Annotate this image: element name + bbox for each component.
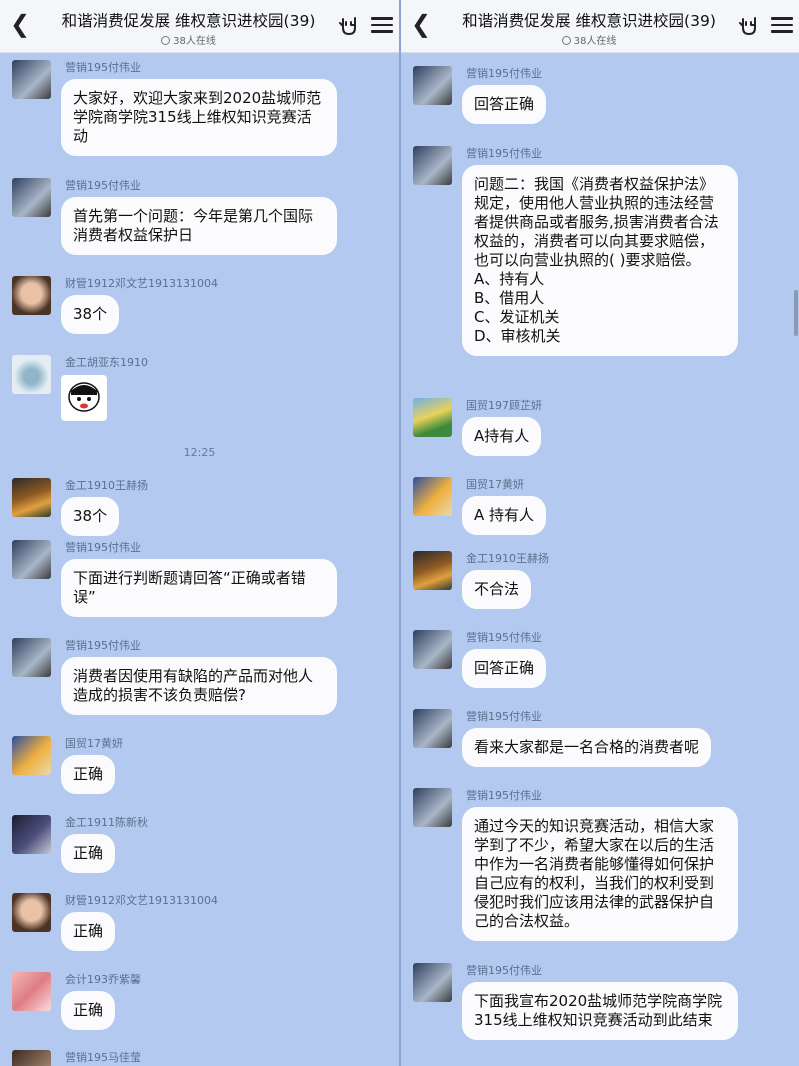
message-bubble[interactable]: 看来大家都是一名合格的消费者呢	[462, 728, 712, 767]
sender-name: 营销195付伟业	[466, 67, 542, 80]
avatar[interactable]	[12, 355, 51, 394]
avatar[interactable]	[413, 477, 452, 516]
sender-name: 营销195付伟业	[466, 147, 542, 160]
message-bubble[interactable]: 正确	[61, 755, 116, 794]
avatar[interactable]	[12, 638, 51, 677]
avatar[interactable]	[12, 736, 51, 775]
message-bubble[interactable]: 问题二：我国《消费者权益保护法》规定，使用他人营业执照的违法经营者提供商品或者服…	[462, 165, 738, 356]
message-bubble[interactable]: A持有人	[462, 417, 542, 456]
message-bubble[interactable]: 下面进行判断题请回答“正确或者错误”	[61, 559, 337, 617]
left-chat-panel: ❮ 和谐消费促发展 维权意识进校园(39) 38人在线 营销195付伟业 大家好…	[0, 0, 399, 1066]
sender-name: 国贸197顾芷妍	[466, 399, 542, 412]
message-bubble[interactable]: 38个	[61, 497, 120, 536]
avatar[interactable]	[12, 178, 51, 217]
avatar[interactable]	[413, 963, 452, 1002]
online-icon	[561, 36, 571, 45]
avatar[interactable]	[12, 972, 51, 1011]
sender-name: 金工1911陈新秋	[65, 816, 148, 829]
avatar[interactable]	[413, 146, 452, 185]
avatar[interactable]	[413, 709, 452, 748]
avatar[interactable]	[413, 398, 452, 437]
avatar[interactable]	[12, 815, 51, 854]
rock-hand-icon[interactable]	[337, 13, 361, 37]
sender-name: 营销195付伟业	[466, 964, 542, 977]
avatar[interactable]	[12, 893, 51, 932]
message-bubble[interactable]: 正确	[61, 991, 116, 1030]
sender-name: 营销195付伟业	[65, 61, 141, 74]
message-bubble[interactable]: 38个	[61, 295, 120, 334]
chat-header: ❮ 和谐消费促发展 维权意识进校园(39) 38人在线	[0, 0, 399, 53]
message-bubble[interactable]: 不合法	[462, 570, 532, 609]
menu-icon[interactable]	[771, 14, 793, 34]
back-arrow-icon[interactable]: ❮	[10, 12, 30, 36]
avatar[interactable]	[12, 1050, 51, 1066]
sender-name: 国贸17黄妍	[466, 478, 524, 491]
message-bubble[interactable]: 正确	[61, 834, 116, 873]
chat-header: ❮ 和谐消费促发展 维权意识进校园(39) 38人在线	[401, 0, 799, 53]
sender-name: 金工1910王赫扬	[65, 479, 148, 492]
sender-name: 营销195付伟业	[466, 631, 542, 644]
scrollbar[interactable]	[794, 290, 798, 336]
message-bubble[interactable]: 通过今天的知识竞赛活动，相信大家学到了不少，希望大家在以后的生活中作为一名消费者…	[462, 807, 738, 941]
avatar[interactable]	[413, 66, 452, 105]
right-chat-panel: ❮ 和谐消费促发展 维权意识进校园(39) 38人在线 营销195付伟业 回答正…	[401, 0, 799, 1066]
sender-name: 营销195马佳莹	[65, 1051, 141, 1064]
avatar[interactable]	[12, 478, 51, 517]
sender-name: 财管1912邓文艺1913131004	[65, 894, 218, 907]
message-bubble[interactable]: 回答正确	[462, 85, 547, 124]
sticker-image[interactable]	[61, 375, 107, 421]
sender-name: 国贸17黄妍	[65, 737, 123, 750]
group-title: 和谐消费促发展 维权意识进校园(39)	[462, 12, 716, 30]
back-arrow-icon[interactable]: ❮	[411, 12, 431, 36]
avatar[interactable]	[12, 276, 51, 315]
sender-name: 营销195付伟业	[466, 789, 542, 802]
sender-name: 会计193乔紫馨	[65, 973, 141, 986]
group-title: 和谐消费促发展 维权意识进校园(39)	[61, 12, 316, 30]
sender-name: 金工胡亚东1910	[65, 356, 148, 369]
avatar[interactable]	[12, 60, 51, 99]
avatar[interactable]	[413, 630, 452, 669]
message-bubble[interactable]: A 持有人	[462, 496, 547, 535]
online-icon	[161, 36, 171, 45]
menu-icon[interactable]	[371, 14, 393, 34]
avatar[interactable]	[413, 551, 452, 590]
message-bubble[interactable]: 回答正确	[462, 649, 547, 688]
avatar[interactable]	[413, 788, 452, 827]
sender-name: 金工1910王赫扬	[466, 552, 549, 565]
rock-hand-icon[interactable]	[737, 13, 761, 37]
message-bubble[interactable]: 首先第一个问题：今年是第几个国际消费者权益保护日	[61, 197, 337, 255]
sender-name: 营销195付伟业	[466, 710, 542, 723]
sender-name: 营销195付伟业	[65, 541, 141, 554]
sender-name: 营销195付伟业	[65, 179, 141, 192]
message-bubble[interactable]: 消费者因使用有缺陷的产品而对他人造成的损害不该负责赔偿?	[61, 657, 337, 715]
message-bubble[interactable]: 下面我宣布2020盐城师范学院商学院315线上维权知识竞赛活动到此结束	[462, 982, 738, 1040]
message-bubble[interactable]: 大家好，欢迎大家来到2020盐城师范学院商学院315线上维权知识竞赛活动	[61, 79, 337, 156]
sender-name: 财管1912邓文艺1913131004	[65, 277, 218, 290]
avatar[interactable]	[12, 540, 51, 579]
sender-name: 营销195付伟业	[65, 639, 141, 652]
online-count: 38人在线	[453, 32, 725, 47]
timestamp: 12:25	[183, 446, 216, 459]
online-count: 38人在线	[52, 32, 325, 47]
message-bubble[interactable]: 正确	[61, 912, 116, 951]
